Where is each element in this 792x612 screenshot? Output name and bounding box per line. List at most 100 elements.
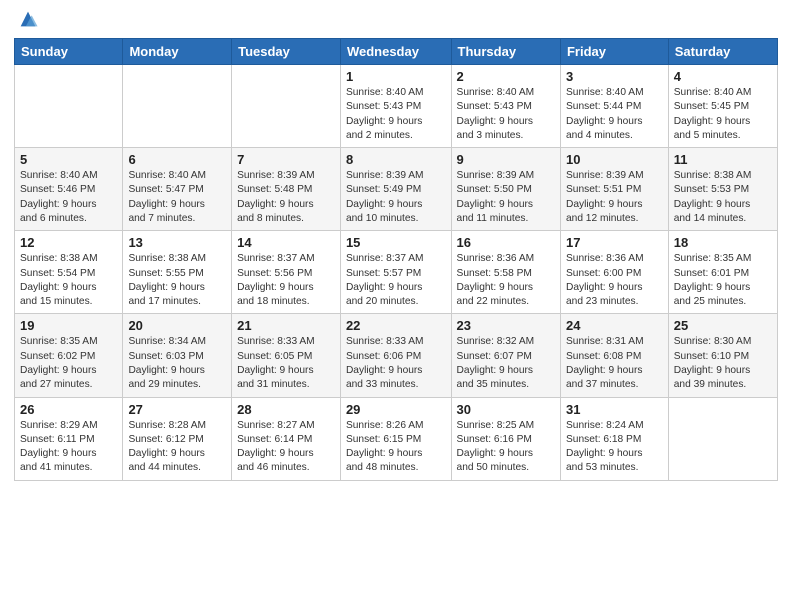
calendar-cell: 1 Sunrise: 8:40 AMSunset: 5:43 PMDaylight…: [340, 65, 451, 148]
weekday-header-tuesday: Tuesday: [232, 39, 341, 65]
logo-icon: [17, 8, 39, 30]
calendar-cell: 19 Sunrise: 8:35 AMSunset: 6:02 PMDayligh…: [15, 314, 123, 397]
calendar-cell: 14 Sunrise: 8:37 AMSunset: 5:56 PMDayligh…: [232, 231, 341, 314]
day-info: Sunrise: 8:33 AMSunset: 6:05 PMDaylight:…: [237, 335, 335, 392]
day-info: Sunrise: 8:39 AMSunset: 5:51 PMDaylight:…: [566, 169, 663, 226]
day-info: Sunrise: 8:38 AMSunset: 5:55 PMDaylight:…: [128, 252, 226, 309]
calendar-cell: 30 Sunrise: 8:25 AMSunset: 6:16 PMDayligh…: [451, 397, 560, 480]
calendar-cell: [668, 397, 777, 480]
day-number: 27: [128, 402, 226, 417]
calendar-cell: 29Sunrise: 8:26 AMSunset: 6:15 PMDayligh…: [340, 397, 451, 480]
calendar-cell: 31Sunrise: 8:24 AMSunset: 6:18 PMDayligh…: [560, 397, 668, 480]
day-number: 21: [237, 318, 335, 333]
day-number: 1: [346, 69, 446, 84]
day-info: Sunrise: 8:36 AMSunset: 6:00 PMDaylight:…: [566, 252, 663, 309]
weekday-header-friday: Friday: [560, 39, 668, 65]
calendar-cell: 5 Sunrise: 8:40 AMSunset: 5:46 PMDaylight…: [15, 148, 123, 231]
calendar-cell: 21 Sunrise: 8:33 AMSunset: 6:05 PMDayligh…: [232, 314, 341, 397]
day-number: 4: [674, 69, 772, 84]
day-info: Sunrise: 8:40 AMSunset: 5:43 PMDaylight:…: [457, 86, 555, 143]
day-info: Sunrise: 8:26 AMSunset: 6:15 PMDaylight:…: [346, 419, 446, 476]
day-info: Sunrise: 8:38 AMSunset: 5:54 PMDaylight:…: [20, 252, 117, 309]
day-number: 30: [457, 402, 555, 417]
day-info: Sunrise: 8:40 AMSunset: 5:43 PMDaylight:…: [346, 86, 446, 143]
calendar-cell: 12 Sunrise: 8:38 AMSunset: 5:54 PMDayligh…: [15, 231, 123, 314]
day-info: Sunrise: 8:36 AMSunset: 5:58 PMDaylight:…: [457, 252, 555, 309]
day-number: 19: [20, 318, 117, 333]
calendar-cell: [232, 65, 341, 148]
calendar-cell: 15 Sunrise: 8:37 AMSunset: 5:57 PMDayligh…: [340, 231, 451, 314]
week-row-3: 12 Sunrise: 8:38 AMSunset: 5:54 PMDayligh…: [15, 231, 778, 314]
calendar-cell: 2 Sunrise: 8:40 AMSunset: 5:43 PMDaylight…: [451, 65, 560, 148]
day-info: Sunrise: 8:29 AMSunset: 6:11 PMDaylight:…: [20, 419, 117, 476]
calendar-cell: 16 Sunrise: 8:36 AMSunset: 5:58 PMDayligh…: [451, 231, 560, 314]
day-number: 13: [128, 235, 226, 250]
day-number: 16: [457, 235, 555, 250]
day-number: 14: [237, 235, 335, 250]
day-info: Sunrise: 8:35 AMSunset: 6:01 PMDaylight:…: [674, 252, 772, 309]
day-info: Sunrise: 8:40 AMSunset: 5:44 PMDaylight:…: [566, 86, 663, 143]
weekday-header-row: SundayMondayTuesdayWednesdayThursdayFrid…: [15, 39, 778, 65]
day-info: Sunrise: 8:39 AMSunset: 5:49 PMDaylight:…: [346, 169, 446, 226]
header: [14, 10, 778, 30]
calendar-cell: 8 Sunrise: 8:39 AMSunset: 5:49 PMDaylight…: [340, 148, 451, 231]
day-info: Sunrise: 8:32 AMSunset: 6:07 PMDaylight:…: [457, 335, 555, 392]
day-info: Sunrise: 8:35 AMSunset: 6:02 PMDaylight:…: [20, 335, 117, 392]
calendar-cell: 25Sunrise: 8:30 AMSunset: 6:10 PMDayligh…: [668, 314, 777, 397]
day-number: 10: [566, 152, 663, 167]
calendar-cell: 10 Sunrise: 8:39 AMSunset: 5:51 PMDayligh…: [560, 148, 668, 231]
calendar-cell: 24Sunrise: 8:31 AMSunset: 6:08 PMDayligh…: [560, 314, 668, 397]
calendar-cell: [123, 65, 232, 148]
week-row-4: 19 Sunrise: 8:35 AMSunset: 6:02 PMDayligh…: [15, 314, 778, 397]
day-info: Sunrise: 8:28 AMSunset: 6:12 PMDaylight:…: [128, 419, 226, 476]
day-number: 5: [20, 152, 117, 167]
calendar-cell: [15, 65, 123, 148]
day-number: 15: [346, 235, 446, 250]
day-info: Sunrise: 8:40 AMSunset: 5:46 PMDaylight:…: [20, 169, 117, 226]
day-number: 2: [457, 69, 555, 84]
day-number: 6: [128, 152, 226, 167]
page: SundayMondayTuesdayWednesdayThursdayFrid…: [0, 0, 792, 612]
day-number: 25: [674, 318, 772, 333]
day-info: Sunrise: 8:34 AMSunset: 6:03 PMDaylight:…: [128, 335, 226, 392]
day-number: 17: [566, 235, 663, 250]
calendar-table: SundayMondayTuesdayWednesdayThursdayFrid…: [14, 38, 778, 481]
day-number: 23: [457, 318, 555, 333]
day-info: Sunrise: 8:38 AMSunset: 5:53 PMDaylight:…: [674, 169, 772, 226]
calendar-cell: 20 Sunrise: 8:34 AMSunset: 6:03 PMDayligh…: [123, 314, 232, 397]
weekday-header-sunday: Sunday: [15, 39, 123, 65]
day-number: 26: [20, 402, 117, 417]
calendar-cell: 17 Sunrise: 8:36 AMSunset: 6:00 PMDayligh…: [560, 231, 668, 314]
day-info: Sunrise: 8:25 AMSunset: 6:16 PMDaylight:…: [457, 419, 555, 476]
weekday-header-wednesday: Wednesday: [340, 39, 451, 65]
day-number: 7: [237, 152, 335, 167]
day-number: 24: [566, 318, 663, 333]
day-number: 8: [346, 152, 446, 167]
week-row-1: 1 Sunrise: 8:40 AMSunset: 5:43 PMDaylight…: [15, 65, 778, 148]
day-number: 9: [457, 152, 555, 167]
day-info: Sunrise: 8:39 AMSunset: 5:48 PMDaylight:…: [237, 169, 335, 226]
calendar-cell: 7 Sunrise: 8:39 AMSunset: 5:48 PMDaylight…: [232, 148, 341, 231]
week-row-2: 5 Sunrise: 8:40 AMSunset: 5:46 PMDaylight…: [15, 148, 778, 231]
day-info: Sunrise: 8:37 AMSunset: 5:56 PMDaylight:…: [237, 252, 335, 309]
calendar-cell: 11 Sunrise: 8:38 AMSunset: 5:53 PMDayligh…: [668, 148, 777, 231]
calendar-cell: 22 Sunrise: 8:33 AMSunset: 6:06 PMDayligh…: [340, 314, 451, 397]
day-info: Sunrise: 8:33 AMSunset: 6:06 PMDaylight:…: [346, 335, 446, 392]
day-number: 31: [566, 402, 663, 417]
calendar-cell: 18 Sunrise: 8:35 AMSunset: 6:01 PMDayligh…: [668, 231, 777, 314]
calendar-cell: 23 Sunrise: 8:32 AMSunset: 6:07 PMDayligh…: [451, 314, 560, 397]
calendar-cell: 4 Sunrise: 8:40 AMSunset: 5:45 PMDaylight…: [668, 65, 777, 148]
calendar-cell: 13 Sunrise: 8:38 AMSunset: 5:55 PMDayligh…: [123, 231, 232, 314]
day-number: 22: [346, 318, 446, 333]
day-info: Sunrise: 8:39 AMSunset: 5:50 PMDaylight:…: [457, 169, 555, 226]
day-number: 3: [566, 69, 663, 84]
day-info: Sunrise: 8:37 AMSunset: 5:57 PMDaylight:…: [346, 252, 446, 309]
day-number: 20: [128, 318, 226, 333]
day-number: 28: [237, 402, 335, 417]
day-number: 11: [674, 152, 772, 167]
calendar-cell: 9 Sunrise: 8:39 AMSunset: 5:50 PMDaylight…: [451, 148, 560, 231]
day-info: Sunrise: 8:40 AMSunset: 5:45 PMDaylight:…: [674, 86, 772, 143]
day-info: Sunrise: 8:27 AMSunset: 6:14 PMDaylight:…: [237, 419, 335, 476]
day-number: 18: [674, 235, 772, 250]
day-number: 12: [20, 235, 117, 250]
